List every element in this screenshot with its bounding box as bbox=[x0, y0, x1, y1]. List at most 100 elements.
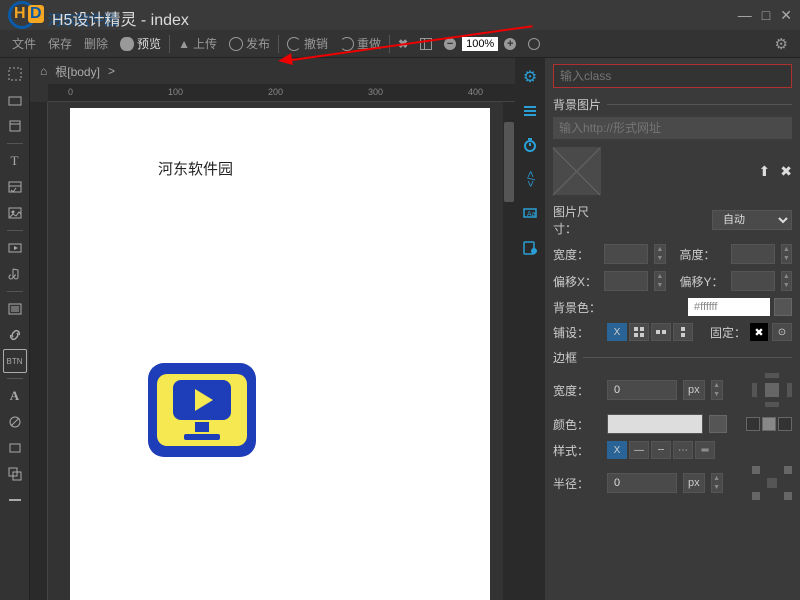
font-tool[interactable]: A bbox=[3, 384, 27, 408]
frame-tool[interactable] bbox=[3, 114, 27, 138]
zoom-display[interactable]: 100% bbox=[462, 37, 498, 51]
file-menu[interactable]: 文件 bbox=[6, 35, 42, 52]
image-tool[interactable] bbox=[3, 201, 27, 225]
scrollbar-vertical[interactable] bbox=[503, 102, 515, 600]
tab-code[interactable]: </> bbox=[519, 168, 541, 190]
swatch-dark2[interactable] bbox=[778, 417, 792, 431]
radius-input[interactable] bbox=[607, 473, 677, 493]
box-tool[interactable] bbox=[3, 88, 27, 112]
style-none[interactable]: X bbox=[607, 441, 627, 459]
offsetx-input[interactable] bbox=[604, 271, 648, 291]
width-spinner[interactable]: ▲▼ bbox=[654, 244, 665, 264]
redo-button[interactable]: 重做 bbox=[334, 35, 387, 52]
canvas-logo-element[interactable] bbox=[148, 363, 256, 457]
left-toolbar: T BTN A bbox=[0, 58, 30, 600]
group-tool[interactable] bbox=[3, 462, 27, 486]
toolbar: 文件 保存 删除 预览 ▲上传 发布 撤销 重做 ✖ − 100% + ⚙ bbox=[0, 30, 800, 58]
undo-icon bbox=[287, 37, 301, 51]
height-spinner[interactable]: ▲▼ bbox=[781, 244, 792, 264]
save-button[interactable]: 保存 bbox=[42, 35, 78, 52]
img-size-select[interactable]: 自动 bbox=[712, 210, 792, 230]
tile-y[interactable] bbox=[673, 323, 693, 341]
settings-button[interactable]: ⚙ bbox=[769, 35, 794, 53]
form-tool[interactable] bbox=[3, 175, 27, 199]
breadcrumb: ⌂ 根[body] > bbox=[30, 58, 515, 84]
layout-button[interactable] bbox=[414, 38, 438, 50]
fixed-on[interactable]: ⊙ bbox=[772, 323, 792, 341]
ruler-horizontal: 0 100 200 300 400 bbox=[48, 84, 515, 102]
tile-both[interactable] bbox=[629, 323, 649, 341]
video-tool[interactable] bbox=[3, 236, 27, 260]
border-color-input[interactable] bbox=[607, 414, 703, 434]
canvas[interactable]: 河东软件园 bbox=[70, 108, 490, 600]
select-tool[interactable] bbox=[3, 62, 27, 86]
nolink-tool[interactable] bbox=[3, 410, 27, 434]
close-button[interactable]: ✕ bbox=[780, 7, 792, 24]
target-button[interactable] bbox=[522, 38, 546, 50]
globe-icon bbox=[229, 37, 243, 51]
link-tool[interactable] bbox=[3, 323, 27, 347]
swatch-mid[interactable] bbox=[762, 417, 776, 431]
audio-tool[interactable] bbox=[3, 262, 27, 286]
maximize-button[interactable]: □ bbox=[762, 7, 770, 24]
border-width-input[interactable] bbox=[607, 380, 677, 400]
tab-timer[interactable] bbox=[519, 134, 541, 156]
breadcrumb-root[interactable]: 根[body] bbox=[55, 63, 100, 80]
style-dotted[interactable]: ⋯ bbox=[673, 441, 693, 459]
side-tabs: ⚙ </> Aa bbox=[515, 58, 545, 600]
radius-spinner[interactable]: ▲▼ bbox=[711, 473, 723, 493]
style-double[interactable]: ═ bbox=[695, 441, 715, 459]
titlebar: H D 河东软件园 H5设计精灵 - index — □ ✕ bbox=[0, 0, 800, 30]
tab-layers[interactable] bbox=[519, 100, 541, 122]
offsety-input[interactable] bbox=[731, 271, 775, 291]
panel-tool[interactable] bbox=[3, 436, 27, 460]
canvas-area: ⌂ 根[body] > 0 100 200 300 400 河东软件园 bbox=[30, 58, 515, 600]
border-side-picker[interactable] bbox=[752, 373, 792, 407]
border-width-spinner[interactable]: ▲▼ bbox=[711, 380, 723, 400]
height-input[interactable] bbox=[731, 244, 775, 264]
remove-image-icon[interactable]: ✖ bbox=[780, 163, 792, 180]
tile-none[interactable]: X bbox=[607, 323, 627, 341]
list-tool[interactable] bbox=[3, 297, 27, 321]
text-tool[interactable]: T bbox=[3, 149, 27, 173]
delete-button[interactable]: 删除 bbox=[78, 35, 114, 52]
offsetx-spinner[interactable]: ▲▼ bbox=[654, 271, 665, 291]
preview-button[interactable]: 预览 bbox=[114, 35, 167, 52]
upload-image-icon[interactable]: ⬆ bbox=[759, 163, 771, 180]
bg-url-input[interactable] bbox=[553, 117, 792, 139]
fixed-toggle[interactable]: ✖ bbox=[750, 323, 768, 341]
button-tool[interactable]: BTN bbox=[3, 349, 27, 373]
ruler-vertical bbox=[30, 102, 48, 600]
bg-image-preview[interactable] bbox=[553, 147, 601, 195]
style-solid[interactable]: — bbox=[629, 441, 649, 459]
minimize-button[interactable]: — bbox=[738, 7, 752, 24]
width-input[interactable] bbox=[604, 244, 648, 264]
swatch-dark[interactable] bbox=[746, 417, 760, 431]
publish-button[interactable]: 发布 bbox=[223, 35, 276, 52]
bgcolor-swatch[interactable] bbox=[774, 298, 792, 316]
undo-button[interactable]: 撤销 bbox=[281, 35, 334, 52]
canvas-text-element[interactable]: 河东软件园 bbox=[158, 158, 233, 179]
tab-text[interactable]: Aa bbox=[519, 202, 541, 224]
redo-icon bbox=[340, 37, 354, 51]
offsety-spinner[interactable]: ▲▼ bbox=[781, 271, 792, 291]
hr-tool[interactable] bbox=[3, 488, 27, 512]
tab-settings[interactable]: ⚙ bbox=[519, 66, 541, 88]
border-section-title: 边框 bbox=[553, 349, 577, 366]
eye-icon bbox=[120, 37, 134, 51]
tab-assets[interactable] bbox=[519, 236, 541, 258]
clear-button[interactable]: ✖ bbox=[392, 37, 414, 51]
corner-picker[interactable] bbox=[752, 466, 792, 500]
home-icon[interactable]: ⌂ bbox=[40, 64, 47, 78]
bgcolor-input[interactable] bbox=[688, 298, 770, 316]
app-logo: H D bbox=[8, 1, 50, 29]
zoom-in-button[interactable]: + bbox=[498, 38, 522, 50]
class-input[interactable] bbox=[553, 64, 792, 88]
bg-section-title: 背景图片 bbox=[553, 96, 601, 113]
tile-x[interactable] bbox=[651, 323, 671, 341]
border-color-swatch[interactable] bbox=[709, 415, 727, 433]
upload-button[interactable]: ▲上传 bbox=[172, 35, 223, 52]
svg-text:Aa: Aa bbox=[527, 211, 536, 218]
style-dashed[interactable]: ╌ bbox=[651, 441, 671, 459]
zoom-out-button[interactable]: − bbox=[438, 38, 462, 50]
